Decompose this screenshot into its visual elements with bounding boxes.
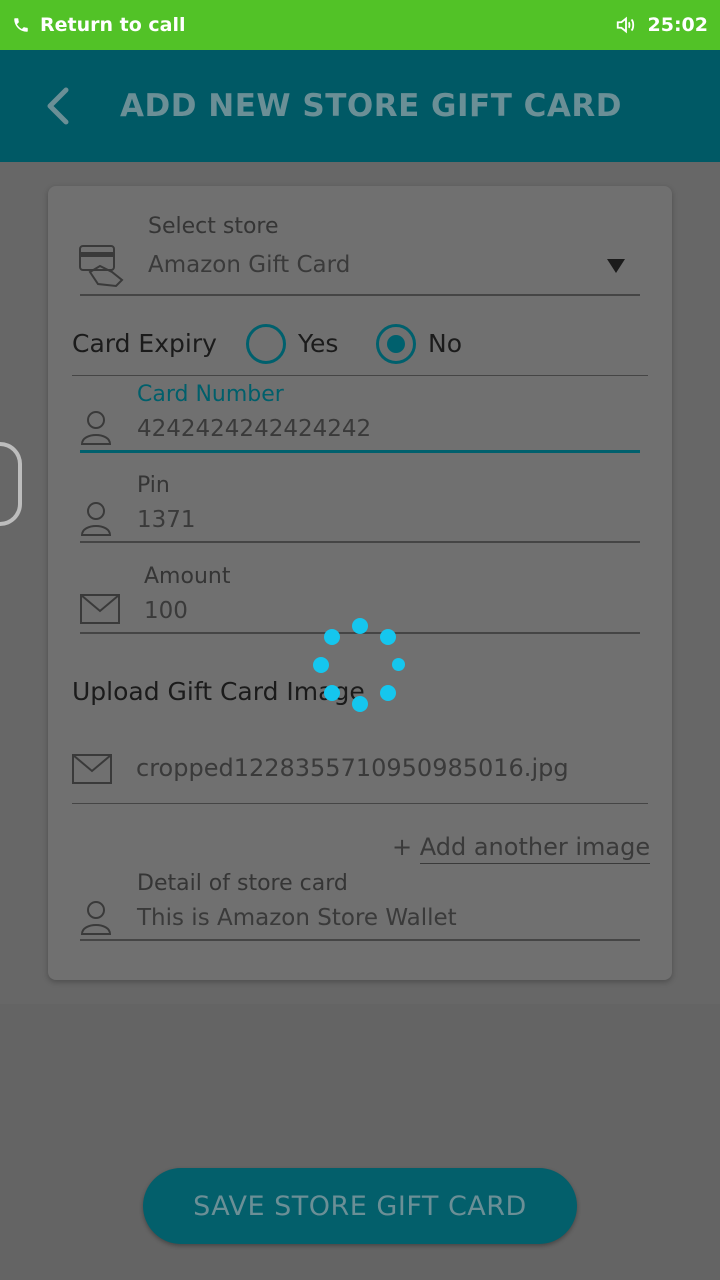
page-title: ADD NEW STORE GIFT CARD <box>120 88 622 124</box>
store-select[interactable]: Amazon Gift Card <box>148 252 608 278</box>
save-store-gift-card-button[interactable]: SAVE STORE GIFT CARD <box>143 1168 577 1244</box>
loading-spinner <box>305 612 415 722</box>
envelope-icon <box>72 754 112 788</box>
return-to-call-label: Return to call <box>40 14 186 36</box>
phone-icon <box>14 18 28 32</box>
card-number-hint: Card Number <box>137 382 284 407</box>
expiry-yes-radio[interactable] <box>246 324 286 364</box>
card-expiry-label: Card Expiry <box>72 329 217 358</box>
radio-selected-dot <box>387 335 405 353</box>
person-icon <box>80 410 112 450</box>
expiry-yes-label[interactable]: Yes <box>298 329 338 358</box>
return-to-call[interactable]: Return to call <box>12 14 186 36</box>
card-number-input[interactable]: 4242424242424242 <box>137 416 637 442</box>
add-image-link[interactable]: + Add another image <box>392 833 651 864</box>
envelope-icon <box>80 594 120 628</box>
pin-hint: Pin <box>137 473 170 498</box>
save-button-label: SAVE STORE GIFT CARD <box>193 1190 527 1222</box>
edge-handle[interactable] <box>0 442 22 526</box>
add-image-label: Add another image <box>419 833 651 864</box>
dropdown-arrow-icon[interactable] <box>606 258 626 274</box>
back-arrow-icon[interactable] <box>40 86 74 126</box>
detail-hint: Detail of store card <box>137 871 348 896</box>
detail-input[interactable]: This is Amazon Store Wallet <box>137 905 637 931</box>
credit-card-icon <box>78 242 126 292</box>
person-icon <box>80 501 112 541</box>
status-time: 25:02 <box>647 14 708 36</box>
gift-card-form: Select store Amazon Gift Card Card Expir… <box>48 186 672 980</box>
person-icon <box>80 900 112 940</box>
volume-icon <box>616 16 634 34</box>
form-container: Select store Amazon Gift Card Card Expir… <box>0 162 720 1004</box>
status-bar: Return to call 25:02 <box>0 0 720 50</box>
add-image-plus: + <box>392 833 413 861</box>
uploaded-file-name[interactable]: cropped1228355710950985016.jpg <box>136 754 569 782</box>
app-bar: ADD NEW STORE GIFT CARD <box>0 50 720 162</box>
expiry-no-label[interactable]: No <box>428 329 462 358</box>
pin-input[interactable]: 1371 <box>137 507 637 533</box>
store-hint: Select store <box>148 214 279 239</box>
expiry-no-radio[interactable] <box>376 324 416 364</box>
amount-hint: Amount <box>144 564 231 589</box>
